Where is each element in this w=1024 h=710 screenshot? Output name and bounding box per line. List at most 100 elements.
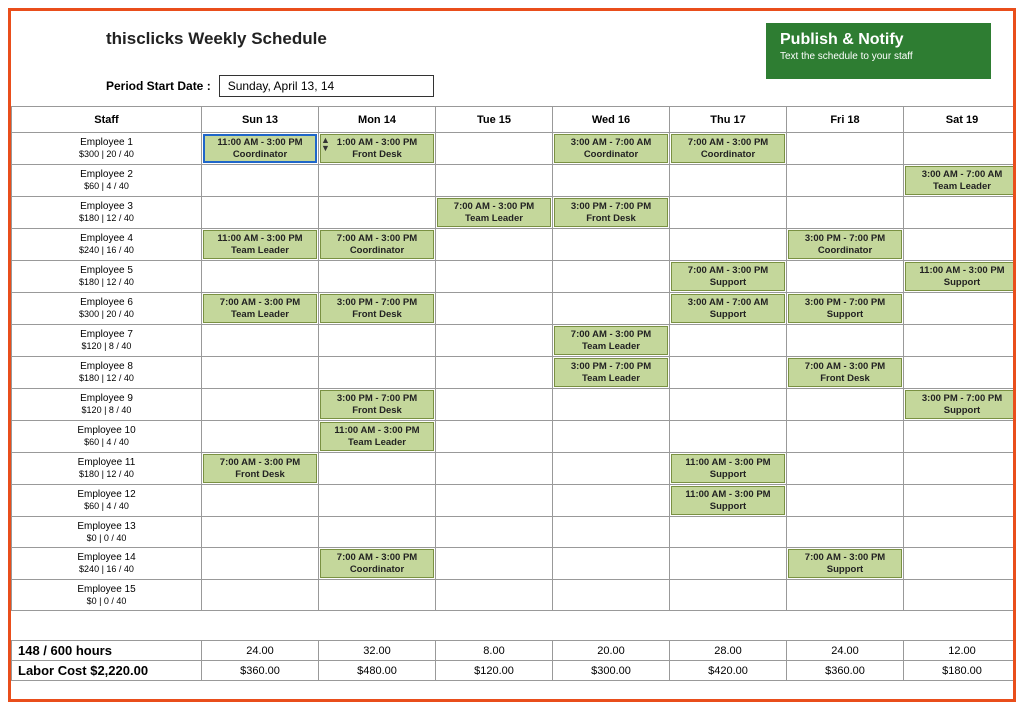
shift-cell[interactable] <box>319 165 436 197</box>
shift-cell[interactable] <box>436 165 553 197</box>
shift-cell[interactable] <box>670 548 787 580</box>
shift-cell[interactable]: 3:00 PM - 7:00 PMFront Desk <box>319 293 436 325</box>
shift-cell[interactable] <box>553 517 670 548</box>
shift-cell[interactable]: 7:00 AM - 3:00 PMSupport <box>787 548 904 580</box>
shift-cell[interactable] <box>319 197 436 229</box>
shift-cell[interactable] <box>436 293 553 325</box>
shift-block[interactable]: 1:00 AM - 3:00 PMFront Desk <box>320 134 434 163</box>
shift-cell[interactable]: 7:00 AM - 3:00 PMFront Desk <box>787 357 904 389</box>
shift-cell[interactable] <box>787 453 904 485</box>
shift-cell[interactable] <box>436 229 553 261</box>
shift-cell[interactable] <box>319 453 436 485</box>
shift-cell[interactable] <box>553 229 670 261</box>
shift-cell[interactable] <box>319 580 436 611</box>
shift-cell[interactable] <box>670 389 787 421</box>
shift-cell[interactable] <box>436 421 553 453</box>
shift-cell[interactable] <box>436 485 553 517</box>
shift-cell[interactable] <box>904 325 1017 357</box>
shift-cell[interactable] <box>202 485 319 517</box>
shift-cell[interactable] <box>670 357 787 389</box>
shift-cell[interactable]: 7:00 AM - 3:00 PMTeam Leader <box>436 197 553 229</box>
shift-block[interactable]: 11:00 AM - 3:00 PMTeam Leader <box>203 230 317 259</box>
shift-block[interactable]: 7:00 AM - 3:00 PMFront Desk <box>788 358 902 387</box>
shift-block[interactable]: 3:00 PM - 7:00 PMCoordinator <box>788 230 902 259</box>
shift-cell[interactable] <box>787 165 904 197</box>
publish-notify-button[interactable]: Publish & Notify Text the schedule to yo… <box>766 23 991 79</box>
shift-block[interactable]: 7:00 AM - 3:00 PMSupport <box>671 262 785 291</box>
shift-cell[interactable] <box>202 421 319 453</box>
shift-cell[interactable]: 1:00 AM - 3:00 PMFront Desk▲▼ <box>319 133 436 165</box>
shift-cell[interactable]: 7:00 AM - 3:00 PMTeam Leader <box>202 293 319 325</box>
shift-block[interactable]: 3:00 PM - 7:00 PMSupport <box>905 390 1016 419</box>
shift-cell[interactable] <box>202 357 319 389</box>
shift-cell[interactable] <box>787 325 904 357</box>
spinner-icon[interactable]: ▲▼ <box>321 136 330 152</box>
shift-cell[interactable] <box>553 580 670 611</box>
shift-cell[interactable] <box>670 421 787 453</box>
shift-cell[interactable] <box>787 389 904 421</box>
shift-cell[interactable] <box>904 485 1017 517</box>
shift-cell[interactable] <box>904 197 1017 229</box>
shift-block[interactable]: 11:00 AM - 3:00 PMCoordinator <box>203 134 317 163</box>
shift-cell[interactable]: 11:00 AM - 3:00 PMSupport <box>670 453 787 485</box>
shift-block[interactable]: 7:00 AM - 3:00 PMCoordinator <box>320 549 434 578</box>
shift-cell[interactable]: 11:00 AM - 3:00 PMSupport <box>670 485 787 517</box>
shift-cell[interactable] <box>436 133 553 165</box>
shift-block[interactable]: 7:00 AM - 3:00 PMTeam Leader <box>203 294 317 323</box>
shift-cell[interactable] <box>436 548 553 580</box>
shift-cell[interactable] <box>319 261 436 293</box>
shift-cell[interactable] <box>904 133 1017 165</box>
shift-cell[interactable] <box>904 453 1017 485</box>
shift-block[interactable]: 3:00 PM - 7:00 PMFront Desk <box>320 294 434 323</box>
shift-block[interactable]: 11:00 AM - 3:00 PMSupport <box>905 262 1016 291</box>
shift-block[interactable]: 7:00 AM - 3:00 PMCoordinator <box>671 134 785 163</box>
shift-cell[interactable]: 11:00 AM - 3:00 PMSupport <box>904 261 1017 293</box>
shift-cell[interactable] <box>670 325 787 357</box>
shift-cell[interactable]: 7:00 AM - 3:00 PMCoordinator <box>670 133 787 165</box>
shift-cell[interactable] <box>202 580 319 611</box>
shift-cell[interactable] <box>202 165 319 197</box>
shift-cell[interactable]: 3:00 AM - 7:00 AMSupport <box>670 293 787 325</box>
shift-cell[interactable] <box>436 517 553 548</box>
shift-block[interactable]: 7:00 AM - 3:00 PMSupport <box>788 549 902 578</box>
shift-block[interactable]: 3:00 PM - 7:00 PMTeam Leader <box>554 358 668 387</box>
shift-cell[interactable]: 7:00 AM - 3:00 PMTeam Leader <box>553 325 670 357</box>
shift-cell[interactable] <box>904 548 1017 580</box>
shift-cell[interactable] <box>319 517 436 548</box>
shift-cell[interactable]: 11:00 AM - 3:00 PMTeam Leader <box>202 229 319 261</box>
shift-cell[interactable] <box>319 357 436 389</box>
shift-block[interactable]: 7:00 AM - 3:00 PMTeam Leader <box>554 326 668 355</box>
shift-cell[interactable] <box>670 517 787 548</box>
shift-cell[interactable]: 3:00 PM - 7:00 PMFront Desk <box>553 197 670 229</box>
shift-cell[interactable] <box>202 325 319 357</box>
shift-cell[interactable] <box>787 261 904 293</box>
shift-block[interactable]: 3:00 PM - 7:00 PMFront Desk <box>554 198 668 227</box>
shift-cell[interactable] <box>670 580 787 611</box>
shift-cell[interactable] <box>553 421 670 453</box>
shift-cell[interactable] <box>787 580 904 611</box>
shift-cell[interactable] <box>904 229 1017 261</box>
shift-cell[interactable] <box>319 485 436 517</box>
shift-block[interactable]: 3:00 AM - 7:00 AMSupport <box>671 294 785 323</box>
shift-cell[interactable] <box>553 261 670 293</box>
shift-cell[interactable] <box>553 485 670 517</box>
shift-block[interactable]: 3:00 AM - 7:00 AMCoordinator <box>554 134 668 163</box>
shift-cell[interactable]: 7:00 AM - 3:00 PMSupport <box>670 261 787 293</box>
shift-cell[interactable] <box>436 357 553 389</box>
shift-cell[interactable] <box>202 197 319 229</box>
shift-cell[interactable] <box>553 165 670 197</box>
shift-block[interactable]: 11:00 AM - 3:00 PMSupport <box>671 486 785 515</box>
shift-cell[interactable] <box>553 548 670 580</box>
shift-cell[interactable]: 3:00 PM - 7:00 PMSupport <box>787 293 904 325</box>
shift-cell[interactable] <box>202 548 319 580</box>
shift-cell[interactable]: 3:00 PM - 7:00 PMFront Desk <box>319 389 436 421</box>
shift-cell[interactable] <box>202 517 319 548</box>
shift-cell[interactable] <box>436 325 553 357</box>
shift-cell[interactable]: 3:00 PM - 7:00 PMTeam Leader <box>553 357 670 389</box>
shift-cell[interactable] <box>670 197 787 229</box>
shift-cell[interactable] <box>202 389 319 421</box>
shift-cell[interactable]: 3:00 AM - 7:00 AMTeam Leader <box>904 165 1017 197</box>
shift-cell[interactable] <box>436 453 553 485</box>
shift-cell[interactable] <box>670 165 787 197</box>
shift-block[interactable]: 7:00 AM - 3:00 PMTeam Leader <box>437 198 551 227</box>
